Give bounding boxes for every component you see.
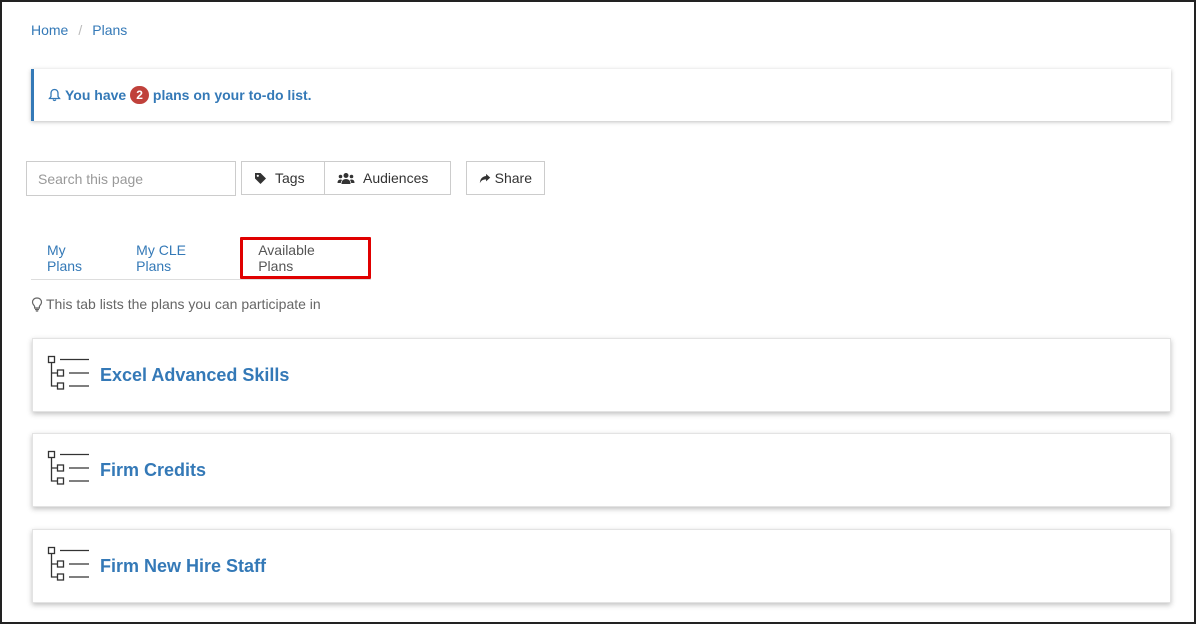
search-input[interactable] — [26, 161, 236, 196]
plan-card[interactable]: Firm Credits — [32, 433, 1171, 507]
tab-available-plans[interactable]: Available Plans — [240, 237, 371, 279]
plan-tree-icon — [47, 546, 89, 581]
plan-tree-icon — [47, 450, 89, 485]
audiences-label: Audiences — [363, 170, 429, 186]
alert-suffix: plans on your to-do list. — [152, 87, 312, 103]
tab-my-cle-plans[interactable]: My CLE Plans — [120, 237, 240, 279]
plan-tree-icon — [47, 355, 89, 390]
share-button[interactable]: Share — [466, 161, 545, 195]
todo-count-badge: 2 — [130, 86, 149, 104]
plan-tabs: My Plans My CLE Plans Available Plans — [31, 237, 371, 280]
lightbulb-icon — [31, 296, 43, 312]
users-icon — [337, 172, 355, 184]
alert-prefix: You have — [65, 87, 127, 103]
plan-title[interactable]: Firm Credits — [100, 460, 206, 481]
breadcrumb-plans-link[interactable]: Plans — [92, 22, 127, 38]
toolbar: Tags Audiences Share — [26, 161, 545, 196]
plan-title[interactable]: Firm New Hire Staff — [100, 556, 266, 577]
tag-icon — [255, 172, 266, 184]
plan-card[interactable]: Excel Advanced Skills — [32, 338, 1171, 412]
breadcrumb: Home / Plans — [31, 22, 127, 38]
share-label: Share — [494, 170, 532, 186]
tab-my-plans[interactable]: My Plans — [31, 237, 120, 279]
plan-title[interactable]: Excel Advanced Skills — [100, 365, 289, 386]
audiences-button[interactable]: Audiences — [325, 161, 451, 195]
tags-label: Tags — [275, 170, 305, 186]
breadcrumb-home-link[interactable]: Home — [31, 22, 68, 38]
breadcrumb-separator: / — [78, 22, 83, 38]
todo-alert: You have 2 plans on your to-do list. — [31, 69, 1171, 121]
plan-card[interactable]: Firm New Hire Staff — [32, 529, 1171, 603]
share-icon — [479, 173, 491, 183]
tags-button[interactable]: Tags — [241, 161, 325, 195]
hint-text: This tab lists the plans you can partici… — [46, 296, 321, 312]
tab-hint: This tab lists the plans you can partici… — [31, 296, 321, 312]
bell-icon — [48, 88, 61, 102]
